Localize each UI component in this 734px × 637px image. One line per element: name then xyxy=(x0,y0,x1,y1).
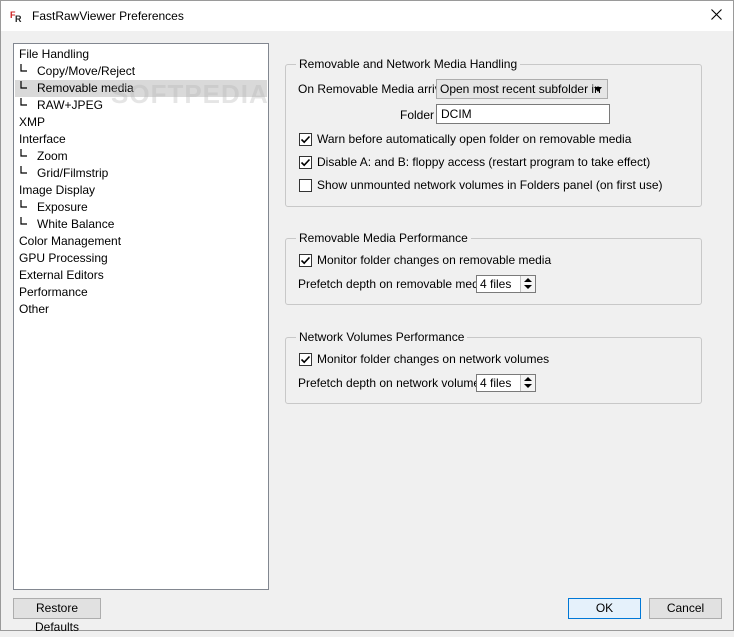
removable-media-performance-group: Removable Media Performance xyxy=(285,231,702,305)
group-title: Removable and Network Media Handling xyxy=(296,57,521,71)
folder-label: Folder xyxy=(400,108,435,122)
nav-item-label: White Balance xyxy=(37,217,115,231)
tree-branch-icon xyxy=(19,216,37,233)
nav-item-xmp[interactable]: XMP xyxy=(15,114,267,131)
show-network-volumes-checkbox[interactable]: Show unmounted network volumes in Folder… xyxy=(299,178,663,192)
nav-item-label: RAW+JPEG xyxy=(37,98,103,112)
checkbox-box xyxy=(299,155,312,169)
nav-item-white-balance[interactable]: White Balance xyxy=(15,216,267,233)
nav-item-label: Grid/Filmstrip xyxy=(37,166,109,180)
nav-item-label: Removable media xyxy=(37,81,134,95)
nav-item-external-editors[interactable]: External Editors xyxy=(15,267,267,284)
svg-text:R: R xyxy=(15,14,22,24)
spinbox-buttons[interactable] xyxy=(520,375,535,391)
chevron-down-icon xyxy=(594,87,602,92)
nav-item-label: File Handling xyxy=(19,47,90,61)
tree-branch-icon xyxy=(19,148,37,165)
ok-button[interactable]: OK xyxy=(568,598,641,619)
nav-item-label: Other xyxy=(19,302,50,316)
checkbox-box xyxy=(299,352,312,366)
nav-item-image-display[interactable]: Image Display xyxy=(15,182,267,199)
window-title: FastRawViewer Preferences xyxy=(32,9,184,23)
network-volumes-performance-group: Network Volumes Performance xyxy=(285,330,702,404)
checkbox-box xyxy=(299,132,312,146)
tree-branch-icon xyxy=(19,80,37,97)
prefetch-network-label: Prefetch depth on network volumes xyxy=(298,376,487,390)
spinbox-value: 4 files xyxy=(480,376,512,390)
arrive-label: On Removable Media arrive xyxy=(298,82,448,96)
preferences-nav-tree[interactable]: File Handling Copy/Move/Reject Removable m… xyxy=(13,43,269,590)
group-title: Network Volumes Performance xyxy=(296,330,468,344)
nav-item-label: Image Display xyxy=(19,183,96,197)
checkbox-label: Monitor folder changes on network volume… xyxy=(317,352,550,366)
checkbox-box xyxy=(299,253,312,267)
nav-item-label: External Editors xyxy=(19,268,104,282)
nav-item-label: Zoom xyxy=(37,149,68,163)
nav-item-file-handling[interactable]: File Handling xyxy=(15,46,267,63)
spinbox-buttons[interactable] xyxy=(520,276,535,292)
nav-item-label: GPU Processing xyxy=(19,251,108,265)
checkbox-label: Disable A: and B: floppy access (restart… xyxy=(317,155,651,169)
nav-item-zoom[interactable]: Zoom xyxy=(15,148,267,165)
cancel-button[interactable]: Cancel xyxy=(649,598,722,619)
restore-defaults-button[interactable]: Restore Defaults xyxy=(13,598,101,634)
nav-item-label: Exposure xyxy=(37,200,88,214)
prefetch-network-spinbox[interactable]: 4 files xyxy=(476,374,536,392)
nav-item-label: Interface xyxy=(19,132,66,146)
close-icon xyxy=(710,9,722,23)
nav-item-other[interactable]: Other xyxy=(15,301,267,318)
prefetch-removable-label: Prefetch depth on removable media xyxy=(298,277,489,291)
spinbox-value: 4 files xyxy=(480,277,512,291)
fastrawviewer-app-icon: F R xyxy=(9,8,25,24)
tree-branch-icon xyxy=(19,199,37,216)
nav-item-label: XMP xyxy=(19,115,46,129)
nav-item-grid-filmstrip[interactable]: Grid/Filmstrip xyxy=(15,165,267,182)
close-button[interactable] xyxy=(699,1,733,31)
checkbox-label: Monitor folder changes on removable medi… xyxy=(317,253,552,267)
tree-branch-icon xyxy=(19,165,37,182)
tree-branch-icon xyxy=(19,63,37,80)
checkbox-label: Warn before automatically open folder on… xyxy=(317,132,632,146)
nav-item-exposure[interactable]: Exposure xyxy=(15,199,267,216)
nav-item-label: Copy/Move/Reject xyxy=(37,64,136,78)
spin-down-icon[interactable] xyxy=(524,384,532,388)
nav-item-label: Color Management xyxy=(19,234,122,248)
spin-up-icon[interactable] xyxy=(524,278,532,282)
nav-item-raw-jpeg[interactable]: RAW+JPEG xyxy=(15,97,267,114)
monitor-removable-checkbox[interactable]: Monitor folder changes on removable medi… xyxy=(299,253,551,267)
spin-down-icon[interactable] xyxy=(524,285,532,289)
preferences-window: F R FastRawViewer Preferences File Handl… xyxy=(0,0,734,634)
nav-item-performance[interactable]: Performance xyxy=(15,284,267,301)
spin-up-icon[interactable] xyxy=(524,377,532,381)
nav-item-gpu-processing[interactable]: GPU Processing xyxy=(15,250,267,267)
monitor-network-checkbox[interactable]: Monitor folder changes on network volume… xyxy=(299,352,549,366)
prefetch-removable-spinbox[interactable]: 4 files xyxy=(476,275,536,293)
checkbox-label: Show unmounted network volumes in Folder… xyxy=(317,178,663,192)
title-bar[interactable]: F R FastRawViewer Preferences xyxy=(1,1,733,31)
dropdown-value: Open most recent subfolder in xyxy=(440,82,601,96)
group-title: Removable Media Performance xyxy=(296,231,471,245)
warn-auto-open-checkbox[interactable]: Warn before automatically open folder on… xyxy=(299,132,631,146)
nav-item-copy-move-reject[interactable]: Copy/Move/Reject xyxy=(15,63,267,80)
nav-item-label: Performance xyxy=(19,285,88,299)
nav-item-removable-media[interactable]: Removable media xyxy=(15,80,267,97)
checkbox-box xyxy=(299,178,312,192)
folder-input[interactable] xyxy=(436,104,610,124)
arrive-action-dropdown[interactable]: Open most recent subfolder in xyxy=(436,79,608,99)
tree-branch-icon xyxy=(19,97,37,114)
disable-floppy-checkbox[interactable]: Disable A: and B: floppy access (restart… xyxy=(299,155,650,169)
nav-item-interface[interactable]: Interface xyxy=(15,131,267,148)
nav-item-color-management[interactable]: Color Management xyxy=(15,233,267,250)
